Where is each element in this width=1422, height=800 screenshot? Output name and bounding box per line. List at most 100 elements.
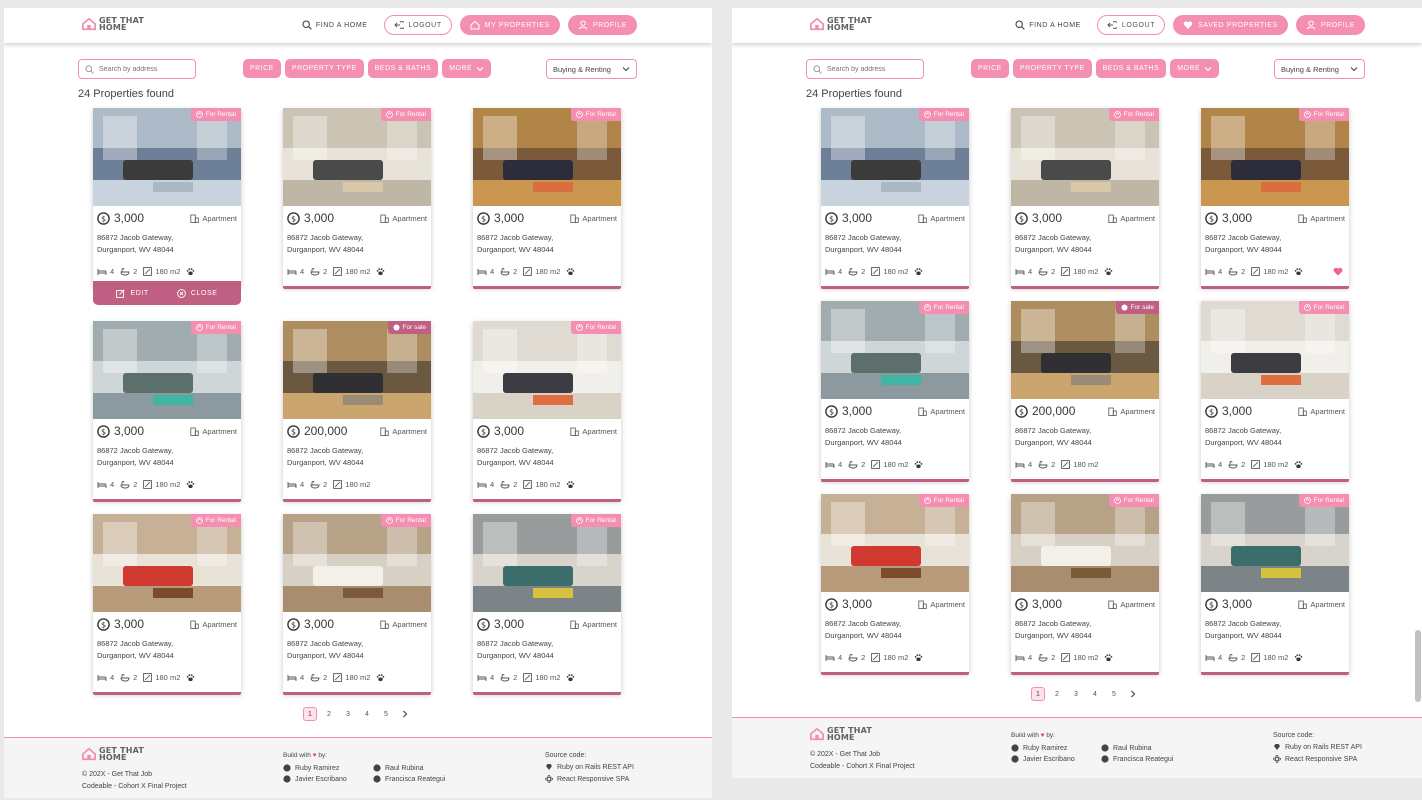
property-photo-frame[interactable] [821,301,969,399]
property-photo [1201,494,1349,592]
close-property-button[interactable]: CLOSE [176,288,218,298]
author-link[interactable]: Raul Rubina [373,764,463,772]
property-card[interactable]: For Rental $3,000 Apartment 86872 Jacob Gat… [473,514,621,695]
page-3[interactable]: 3 [1069,687,1083,701]
property-photo-frame[interactable] [283,108,431,206]
author-link[interactable]: Javier Escribano [283,775,373,783]
rental-tag-icon [385,517,393,524]
edit-property-button[interactable]: EDIT [116,288,148,298]
more-filter[interactable]: MORE [1170,59,1220,78]
favorite-button[interactable] [1333,267,1343,276]
author-link[interactable]: Raul Rubina [1101,744,1191,752]
area-icon [143,480,153,489]
author-link[interactable]: Francisca Reategui [373,775,463,783]
more-filter[interactable]: MORE [442,59,492,78]
page-2[interactable]: 2 [322,707,336,721]
property-photo-frame[interactable] [1011,108,1159,206]
property-photo-frame[interactable] [1201,301,1349,399]
property-photo-frame[interactable] [93,108,241,206]
property-photo-frame[interactable] [1011,494,1159,592]
brand-logo[interactable]: GET THAT HOME [810,17,872,32]
close-circle-icon [176,288,186,298]
next-page-button[interactable] [1126,687,1140,701]
property-photo-frame[interactable] [821,108,969,206]
area-size: 180 m2 [1061,460,1098,469]
find-a-home-link[interactable]: FIND A HOME [1007,15,1089,35]
property-card[interactable]: For Rental $3,000 Apartment 86872 Jacob Gat… [1201,494,1349,675]
beds-baths-filter[interactable]: BEDS & BATHS [367,59,439,78]
search-box[interactable] [78,59,196,79]
operation-select[interactable]: Buying & Renting [546,59,637,79]
property-photo-frame[interactable] [1201,494,1349,592]
property-card[interactable]: For Rental $3,000 Apartment 86872 Jacob Gat… [1011,108,1159,289]
page-5[interactable]: 5 [1107,687,1121,701]
property-card[interactable]: For Rental $3,000 Apartment 86872 Jacob Gat… [283,514,431,695]
property-type: Apartment [570,214,617,223]
source-link-spa[interactable]: React Responsive SPA [1273,755,1362,763]
author-link[interactable]: Ruby Ramirez [283,764,373,772]
property-address: 86872 Jacob Gateway, Durganport, WV 48044 [477,446,554,467]
page-1[interactable]: 1 [1031,687,1045,701]
card-accent-bar [1201,286,1349,289]
source-link-spa[interactable]: React Responsive SPA [545,775,634,783]
search-input[interactable] [827,65,917,73]
property-photo-frame[interactable] [1011,301,1159,399]
property-card[interactable]: For Rental $3,000 Apartment 86872 Jacob Gat… [93,514,241,695]
saved-properties-button[interactable]: SAVED PROPERTIES [1173,15,1288,35]
property-photo-frame[interactable] [93,514,241,612]
source-link-api[interactable]: Ruby on Rails REST API [1273,743,1362,751]
area-icon [333,480,343,489]
property-photo-frame[interactable] [473,321,621,419]
property-photo-frame[interactable] [821,494,969,592]
my-properties-button[interactable]: MY PROPERTIES [459,15,560,35]
property-price: $3,000 [287,617,334,631]
property-type-filter[interactable]: PROPERTY TYPE [284,59,364,78]
price-filter[interactable]: PRICE [243,59,281,78]
property-photo-frame[interactable] [473,108,621,206]
property-card[interactable]: For sale $200,000 Apartment 86872 Jacob Gat… [1011,301,1159,482]
next-page-button[interactable] [398,707,412,721]
building-icon [380,427,390,436]
page-4[interactable]: 4 [1088,687,1102,701]
page-5[interactable]: 5 [379,707,393,721]
brand-logo[interactable]: GET THAT HOME [82,17,144,32]
operation-select[interactable]: Buying & Renting [1274,59,1365,79]
profile-button[interactable]: PROFILE [1295,15,1365,35]
page-3[interactable]: 3 [341,707,355,721]
property-type-filter[interactable]: PROPERTY TYPE [1012,59,1092,78]
search-input[interactable] [99,65,189,73]
profile-button[interactable]: PROFILE [567,15,637,35]
search-box[interactable] [806,59,924,79]
property-card[interactable]: For Rental $3,000 Apartment 86872 Jacob Gat… [1201,301,1349,482]
price-filter[interactable]: PRICE [971,59,1009,78]
property-photo-frame[interactable] [283,514,431,612]
page-1[interactable]: 1 [303,707,317,721]
author-link[interactable]: Francisca Reategui [1101,755,1191,763]
find-a-home-link[interactable]: FIND A HOME [294,15,376,35]
property-photo-frame[interactable] [93,321,241,419]
property-photo-frame[interactable] [283,321,431,419]
beds-baths-filter[interactable]: BEDS & BATHS [1095,59,1167,78]
page-scrollbar[interactable] [1415,630,1421,702]
property-card[interactable]: For sale $200,000 Apartment 86872 Jacob Gat… [283,321,431,502]
property-card[interactable]: For Rental $3,000 Apartment 86872 Jacob Gat… [93,108,241,305]
property-photo-frame[interactable] [473,514,621,612]
property-card[interactable]: For Rental $3,000 Apartment 86872 Jacob Gat… [821,301,969,482]
property-card[interactable]: For Rental $3,000 Apartment 86872 Jacob Gat… [821,494,969,675]
logout-button[interactable]: LOGOUT [1096,15,1166,35]
property-card[interactable]: For Rental $3,000 Apartment 86872 Jacob Gat… [473,321,621,502]
logout-button[interactable]: LOGOUT [383,15,452,35]
property-card[interactable]: For Rental $3,000 Apartment 86872 Jacob Gat… [1201,108,1349,289]
property-photo-frame[interactable] [1201,108,1349,206]
page-2[interactable]: 2 [1050,687,1064,701]
property-card[interactable]: For Rental $3,000 Apartment 86872 Jacob Gat… [283,108,431,289]
property-card[interactable]: For Rental $3,000 Apartment 86872 Jacob Gat… [1011,494,1159,675]
property-card[interactable]: For Rental $3,000 Apartment 86872 Jacob Gat… [473,108,621,289]
property-card[interactable]: For Rental $3,000 Apartment 86872 Jacob Gat… [93,321,241,502]
property-address: 86872 Jacob Gateway, Durganport, WV 48044 [825,426,902,447]
property-card[interactable]: For Rental $3,000 Apartment 86872 Jacob Gat… [821,108,969,289]
author-link[interactable]: Ruby Ramirez [1011,744,1101,752]
page-4[interactable]: 4 [360,707,374,721]
author-link[interactable]: Javier Escribano [1011,755,1101,763]
source-link-api[interactable]: Ruby on Rails REST API [545,763,634,771]
